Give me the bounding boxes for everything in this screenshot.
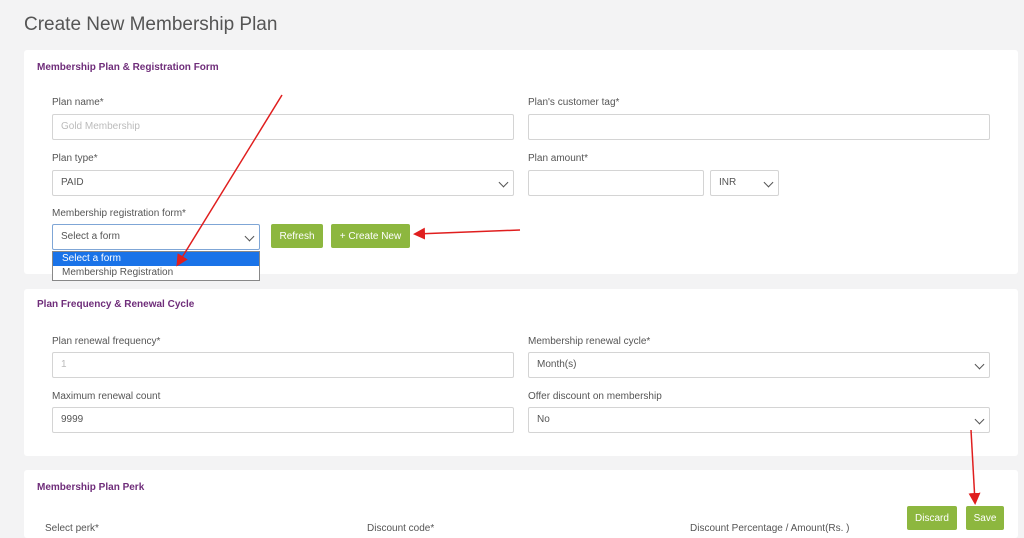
chevron-down-icon	[974, 359, 985, 370]
dropdown-option-membership-registration[interactable]: Membership Registration	[53, 266, 259, 280]
section-title-plan-registration: Membership Plan & Registration Form	[37, 62, 219, 73]
plan-type-select[interactable]: PAID	[52, 170, 514, 196]
discount-code-label: Discount code*	[367, 523, 435, 534]
reg-form-dropdown: Select a form Membership Registration	[52, 251, 260, 281]
currency-select[interactable]: INR	[710, 170, 779, 196]
reg-form-value: Select a form	[61, 231, 120, 242]
discard-button[interactable]: Discard	[907, 506, 957, 530]
plan-amount-label: Plan amount*	[528, 153, 589, 164]
offer-discount-select[interactable]: No	[528, 407, 990, 433]
chevron-down-icon	[498, 177, 509, 188]
plan-name-label: Plan name*	[52, 97, 104, 108]
select-perk-label: Select perk*	[45, 523, 99, 534]
plan-type-value: PAID	[61, 177, 84, 188]
section-title-plan-perk: Membership Plan Perk	[37, 482, 145, 493]
save-button[interactable]: Save	[966, 506, 1004, 530]
chevron-down-icon	[974, 414, 985, 425]
reg-form-label: Membership registration form*	[52, 208, 186, 219]
plan-name-placeholder: Gold Membership	[61, 121, 140, 132]
renewal-frequency-input[interactable]: 1	[52, 352, 514, 378]
discount-amount-label: Discount Percentage / Amount(Rs. )	[690, 523, 850, 534]
max-renewal-input[interactable]: 9999	[52, 407, 514, 433]
chevron-down-icon	[763, 177, 774, 188]
section-title-frequency-renewal: Plan Frequency & Renewal Cycle	[37, 299, 195, 310]
chevron-down-icon	[244, 231, 255, 242]
offer-discount-label: Offer discount on membership	[528, 391, 662, 402]
plan-name-input[interactable]: Gold Membership	[52, 114, 514, 140]
customer-tag-label: Plan's customer tag*	[528, 97, 620, 108]
dropdown-option-select-a-form[interactable]: Select a form	[53, 252, 259, 266]
renewal-frequency-label: Plan renewal frequency*	[52, 336, 161, 347]
renewal-frequency-placeholder: 1	[61, 359, 67, 370]
renewal-cycle-label: Membership renewal cycle*	[528, 336, 651, 347]
refresh-button[interactable]: Refresh	[271, 224, 323, 248]
renewal-cycle-value: Month(s)	[537, 359, 577, 370]
max-renewal-label: Maximum renewal count	[52, 391, 161, 402]
plan-amount-input[interactable]	[528, 170, 704, 196]
reg-form-select[interactable]: Select a form	[52, 224, 260, 250]
plan-type-label: Plan type*	[52, 153, 98, 164]
currency-value: INR	[719, 177, 737, 188]
create-new-button[interactable]: + Create New	[331, 224, 410, 248]
page-title: Create New Membership Plan	[24, 14, 278, 35]
plan-perk-card: Membership Plan Perk	[24, 470, 1018, 538]
offer-discount-value: No	[537, 414, 550, 425]
renewal-cycle-select[interactable]: Month(s)	[528, 352, 990, 378]
customer-tag-input[interactable]	[528, 114, 990, 140]
